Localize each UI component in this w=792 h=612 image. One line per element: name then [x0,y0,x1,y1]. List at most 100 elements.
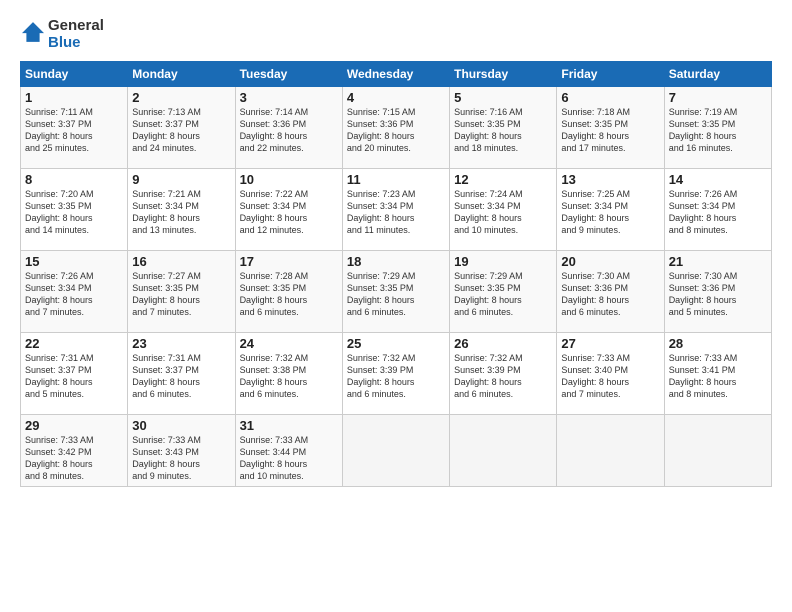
logo-text-general: General [48,18,104,35]
day-info: Sunrise: 7:33 AM Sunset: 3:42 PM Dayligh… [25,434,123,483]
calendar-cell: 23Sunrise: 7:31 AM Sunset: 3:37 PM Dayli… [128,333,235,415]
weekday-header-saturday: Saturday [664,62,771,87]
day-info: Sunrise: 7:21 AM Sunset: 3:34 PM Dayligh… [132,188,230,237]
day-number: 10 [240,172,338,187]
day-number: 16 [132,254,230,269]
calendar-cell: 7Sunrise: 7:19 AM Sunset: 3:35 PM Daylig… [664,87,771,169]
day-number: 29 [25,418,123,433]
day-info: Sunrise: 7:20 AM Sunset: 3:35 PM Dayligh… [25,188,123,237]
day-info: Sunrise: 7:16 AM Sunset: 3:35 PM Dayligh… [454,106,552,155]
day-info: Sunrise: 7:13 AM Sunset: 3:37 PM Dayligh… [132,106,230,155]
calendar-cell: 22Sunrise: 7:31 AM Sunset: 3:37 PM Dayli… [21,333,128,415]
logo-text-blue: Blue [48,35,104,52]
calendar-cell: 6Sunrise: 7:18 AM Sunset: 3:35 PM Daylig… [557,87,664,169]
calendar-cell: 4Sunrise: 7:15 AM Sunset: 3:36 PM Daylig… [342,87,449,169]
logo-icon [22,21,44,43]
calendar-cell: 24Sunrise: 7:32 AM Sunset: 3:38 PM Dayli… [235,333,342,415]
day-info: Sunrise: 7:19 AM Sunset: 3:35 PM Dayligh… [669,106,767,155]
calendar-cell: 28Sunrise: 7:33 AM Sunset: 3:41 PM Dayli… [664,333,771,415]
day-info: Sunrise: 7:27 AM Sunset: 3:35 PM Dayligh… [132,270,230,319]
day-info: Sunrise: 7:32 AM Sunset: 3:39 PM Dayligh… [347,352,445,401]
day-number: 31 [240,418,338,433]
calendar-cell: 26Sunrise: 7:32 AM Sunset: 3:39 PM Dayli… [450,333,557,415]
day-info: Sunrise: 7:31 AM Sunset: 3:37 PM Dayligh… [25,352,123,401]
day-info: Sunrise: 7:28 AM Sunset: 3:35 PM Dayligh… [240,270,338,319]
day-info: Sunrise: 7:32 AM Sunset: 3:38 PM Dayligh… [240,352,338,401]
calendar-cell: 11Sunrise: 7:23 AM Sunset: 3:34 PM Dayli… [342,169,449,251]
day-info: Sunrise: 7:33 AM Sunset: 3:41 PM Dayligh… [669,352,767,401]
weekday-header-friday: Friday [557,62,664,87]
day-info: Sunrise: 7:26 AM Sunset: 3:34 PM Dayligh… [25,270,123,319]
day-info: Sunrise: 7:29 AM Sunset: 3:35 PM Dayligh… [347,270,445,319]
calendar-cell: 12Sunrise: 7:24 AM Sunset: 3:34 PM Dayli… [450,169,557,251]
logo: General Blue [20,18,104,51]
day-number: 14 [669,172,767,187]
day-info: Sunrise: 7:11 AM Sunset: 3:37 PM Dayligh… [25,106,123,155]
day-number: 23 [132,336,230,351]
day-number: 30 [132,418,230,433]
day-info: Sunrise: 7:22 AM Sunset: 3:34 PM Dayligh… [240,188,338,237]
weekday-header-wednesday: Wednesday [342,62,449,87]
calendar-cell: 9Sunrise: 7:21 AM Sunset: 3:34 PM Daylig… [128,169,235,251]
day-info: Sunrise: 7:32 AM Sunset: 3:39 PM Dayligh… [454,352,552,401]
calendar-table: SundayMondayTuesdayWednesdayThursdayFrid… [20,61,772,487]
day-number: 4 [347,90,445,105]
day-number: 2 [132,90,230,105]
day-info: Sunrise: 7:30 AM Sunset: 3:36 PM Dayligh… [561,270,659,319]
day-number: 24 [240,336,338,351]
calendar-cell: 8Sunrise: 7:20 AM Sunset: 3:35 PM Daylig… [21,169,128,251]
calendar-cell: 17Sunrise: 7:28 AM Sunset: 3:35 PM Dayli… [235,251,342,333]
calendar-cell: 13Sunrise: 7:25 AM Sunset: 3:34 PM Dayli… [557,169,664,251]
calendar-cell: 5Sunrise: 7:16 AM Sunset: 3:35 PM Daylig… [450,87,557,169]
calendar-week-2: 8Sunrise: 7:20 AM Sunset: 3:35 PM Daylig… [21,169,772,251]
calendar-week-3: 15Sunrise: 7:26 AM Sunset: 3:34 PM Dayli… [21,251,772,333]
day-info: Sunrise: 7:14 AM Sunset: 3:36 PM Dayligh… [240,106,338,155]
calendar-cell: 19Sunrise: 7:29 AM Sunset: 3:35 PM Dayli… [450,251,557,333]
day-number: 18 [347,254,445,269]
day-number: 5 [454,90,552,105]
calendar-cell: 10Sunrise: 7:22 AM Sunset: 3:34 PM Dayli… [235,169,342,251]
calendar-cell [342,415,449,487]
calendar-week-5: 29Sunrise: 7:33 AM Sunset: 3:42 PM Dayli… [21,415,772,487]
day-number: 9 [132,172,230,187]
calendar-cell: 27Sunrise: 7:33 AM Sunset: 3:40 PM Dayli… [557,333,664,415]
weekday-header-monday: Monday [128,62,235,87]
day-number: 15 [25,254,123,269]
day-info: Sunrise: 7:30 AM Sunset: 3:36 PM Dayligh… [669,270,767,319]
calendar-cell: 21Sunrise: 7:30 AM Sunset: 3:36 PM Dayli… [664,251,771,333]
day-number: 20 [561,254,659,269]
day-number: 22 [25,336,123,351]
calendar-cell: 2Sunrise: 7:13 AM Sunset: 3:37 PM Daylig… [128,87,235,169]
page: General Blue SundayMondayTuesdayWednesda… [0,0,792,612]
calendar-cell: 29Sunrise: 7:33 AM Sunset: 3:42 PM Dayli… [21,415,128,487]
day-number: 13 [561,172,659,187]
calendar-week-1: 1Sunrise: 7:11 AM Sunset: 3:37 PM Daylig… [21,87,772,169]
calendar-cell: 25Sunrise: 7:32 AM Sunset: 3:39 PM Dayli… [342,333,449,415]
day-number: 8 [25,172,123,187]
weekday-header-thursday: Thursday [450,62,557,87]
calendar-header-row: SundayMondayTuesdayWednesdayThursdayFrid… [21,62,772,87]
calendar-cell: 1Sunrise: 7:11 AM Sunset: 3:37 PM Daylig… [21,87,128,169]
calendar-week-4: 22Sunrise: 7:31 AM Sunset: 3:37 PM Dayli… [21,333,772,415]
day-number: 7 [669,90,767,105]
calendar-cell: 3Sunrise: 7:14 AM Sunset: 3:36 PM Daylig… [235,87,342,169]
day-info: Sunrise: 7:25 AM Sunset: 3:34 PM Dayligh… [561,188,659,237]
day-number: 12 [454,172,552,187]
weekday-header-tuesday: Tuesday [235,62,342,87]
day-number: 6 [561,90,659,105]
day-info: Sunrise: 7:24 AM Sunset: 3:34 PM Dayligh… [454,188,552,237]
calendar-cell [664,415,771,487]
day-number: 26 [454,336,552,351]
day-info: Sunrise: 7:31 AM Sunset: 3:37 PM Dayligh… [132,352,230,401]
day-number: 25 [347,336,445,351]
day-info: Sunrise: 7:29 AM Sunset: 3:35 PM Dayligh… [454,270,552,319]
header: General Blue [20,18,772,51]
day-info: Sunrise: 7:26 AM Sunset: 3:34 PM Dayligh… [669,188,767,237]
day-number: 27 [561,336,659,351]
day-number: 17 [240,254,338,269]
calendar-cell: 14Sunrise: 7:26 AM Sunset: 3:34 PM Dayli… [664,169,771,251]
calendar-cell: 15Sunrise: 7:26 AM Sunset: 3:34 PM Dayli… [21,251,128,333]
weekday-header-sunday: Sunday [21,62,128,87]
day-info: Sunrise: 7:23 AM Sunset: 3:34 PM Dayligh… [347,188,445,237]
day-info: Sunrise: 7:18 AM Sunset: 3:35 PM Dayligh… [561,106,659,155]
